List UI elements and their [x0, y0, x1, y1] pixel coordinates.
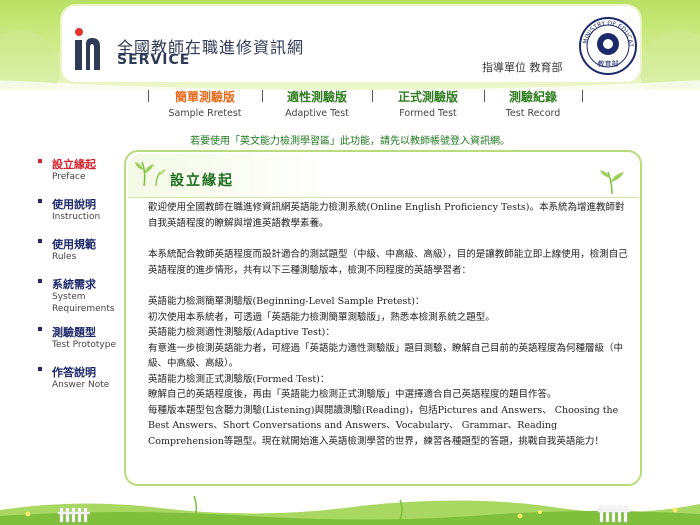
panel-header: 設立緣起	[128, 154, 638, 198]
sidebar-item-sublabel: Rules	[52, 252, 77, 262]
bullet-icon	[38, 367, 42, 371]
tab-adaptive-test[interactable]: 適性測驗版 Adaptive Test	[267, 88, 367, 119]
tab-label-zh: 測驗紀錄	[508, 90, 557, 104]
tab-label-zh: 適性測驗版	[286, 90, 347, 104]
ministry-of-education-seal-icon: MINISTRY OF EDUCATION 教育部	[578, 16, 637, 75]
sidebar-item-label: 作答說明	[52, 366, 96, 379]
sidebar-item-sublabel: Instruction	[52, 212, 101, 222]
tab-sample-pretest[interactable]: 簡單測驗版 Sample Rretest	[155, 88, 255, 119]
sidebar-item-answer-note[interactable]: 作答說明 Answer Note	[30, 364, 130, 404]
paragraph: 英語能力檢測適性測驗版(Adaptive Test)：	[148, 327, 335, 338]
footer-grass-decoration	[0, 495, 700, 525]
paragraph: 歡迎使用全國教師在職進修資訊網英語能力檢測系統(Online English P…	[148, 202, 625, 229]
sidebar-item-test-prototype[interactable]: 測驗題型 Test Prototype	[30, 324, 130, 364]
sidebar-item-label: 使用說明	[52, 198, 96, 211]
tab-separator	[262, 90, 263, 102]
logo-service: SERVICE	[117, 52, 191, 68]
paragraph: 每種版本題型包含聽力測驗(Listening)與閱讀測驗(Reading)，包括…	[148, 404, 619, 447]
tab-label-en: Test Record	[505, 108, 561, 119]
paragraph: 有意進一步檢測英語能力者，可經過「英語能力適性測驗版」題目測驗，瞭解自己目前的英…	[148, 342, 624, 370]
tab-separator	[148, 90, 149, 102]
tab-label-en: Adaptive Test	[285, 108, 349, 119]
paragraph: 本系統配合教師英語程度而設計適合的測試題型（中級、中高級、高級），目的是讓教師能…	[148, 249, 628, 276]
sidebar-item-label: 系統需求	[52, 278, 96, 291]
sidebar-item-label: 設立緣起	[52, 158, 96, 171]
bullet-icon	[38, 199, 42, 203]
panel-body: 歡迎使用全國教師在職進修資訊網英語能力檢測系統(Online English P…	[148, 200, 628, 449]
bullet-icon	[38, 327, 42, 331]
tab-label-zh: 正式測驗版	[397, 90, 458, 104]
tab-label-zh: 簡單測驗版	[174, 90, 235, 104]
sprout-icon	[600, 170, 624, 194]
sidebar-item-sublabel: Preface	[52, 172, 86, 182]
bullet-icon	[38, 159, 42, 163]
sidebar-item-rules[interactable]: 使用規範 Rules	[30, 236, 130, 276]
sidebar-item-sublabel: Answer Note	[52, 380, 110, 390]
login-notice: 若要使用「英文能力檢測學習區」此功能，請先以教師帳號登入資訊網。	[190, 136, 510, 147]
paragraph: 初次使用本系統者，可透過「英語能力檢測簡單測驗版」，熟悉本檢測系統之題型。	[148, 311, 495, 323]
test-tabs: 簡單測驗版 Sample Rretest 適性測驗版 Adaptive Test…	[140, 88, 590, 122]
tab-test-record[interactable]: 測驗紀錄 Test Record	[483, 88, 583, 119]
sidebar-item-sublabel: Test Prototype	[52, 340, 117, 350]
sidebar-item-instruction[interactable]: 使用說明 Instruction	[30, 196, 130, 236]
logo-in-icon	[75, 28, 100, 70]
panel-title: 設立緣起	[170, 173, 234, 189]
sidebar-item-label: 測驗題型	[52, 326, 96, 339]
bullet-icon	[38, 239, 42, 243]
bullet-icon	[38, 279, 42, 283]
tab-separator	[372, 90, 373, 102]
tab-separator	[582, 90, 583, 102]
tab-formed-test[interactable]: 正式測驗版 Formed Test	[378, 88, 478, 119]
tab-label-en: Sample Rretest	[168, 108, 242, 119]
tab-label-en: Formed Test	[399, 108, 457, 119]
sidebar-item-label: 使用規範	[52, 238, 96, 251]
svg-text:教育部: 教育部	[598, 59, 619, 68]
paragraph: 瞭解自己的英語程度後，再由「英語能力檢測正式測驗版」中選擇適合自己英語程度的題目…	[148, 389, 557, 400]
sidebar-item-system-requirements[interactable]: 系統需求 System Requirements	[30, 276, 130, 324]
paragraph: 英語能力檢測正式測驗版(Formed Test)：	[148, 373, 330, 385]
content-panel: 設立緣起 歡迎使用全國教師在職進修資訊網英語能力檢測系統(Online Engl…	[124, 150, 642, 486]
sprout-icon	[135, 161, 166, 187]
sidebar-item-sublabel: System Requirements	[52, 292, 115, 314]
paragraph: 英語能力檢測簡單測驗版(Beginning-Level Sample Prete…	[148, 296, 425, 307]
sidebar-menu: 設立緣起 Preface 使用說明 Instruction 使用規範 Rules…	[30, 156, 130, 404]
sidebar-item-preface[interactable]: 設立緣起 Preface	[30, 156, 130, 196]
supervisor-label: 指導單位 教育部	[482, 61, 563, 74]
